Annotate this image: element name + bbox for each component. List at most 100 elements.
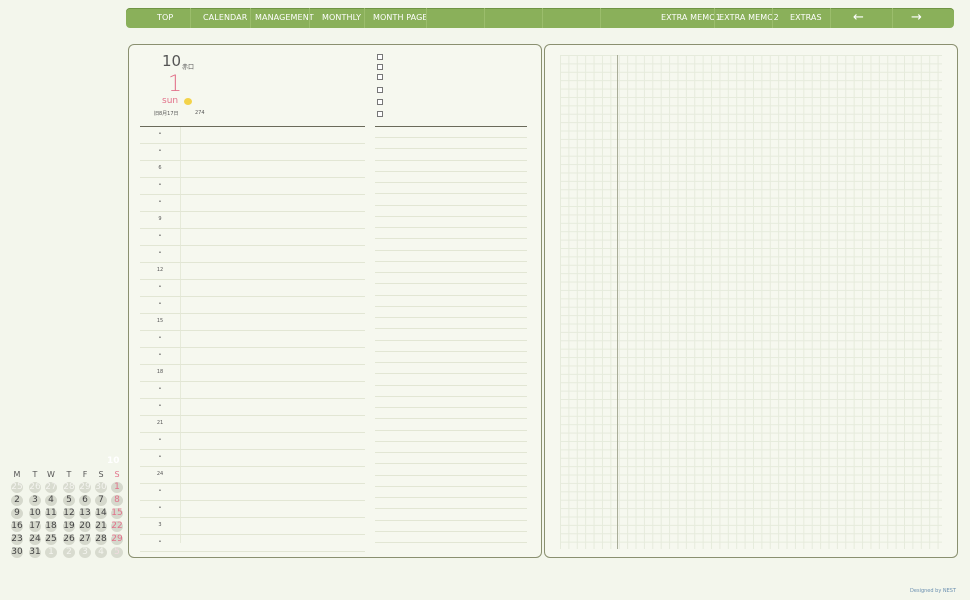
mini-calendar-day[interactable]: 17 — [29, 521, 41, 532]
nav-management[interactable]: MANAGEMENT — [255, 8, 314, 28]
mini-calendar-day[interactable]: 9 — [11, 508, 23, 519]
mini-calendar-day[interactable]: 26 — [29, 482, 41, 493]
todo-checkbox[interactable] — [377, 74, 383, 80]
mini-calendar-day[interactable]: 28 — [95, 534, 107, 545]
mini-calendar-day[interactable]: 24 — [29, 534, 41, 545]
nav-monthly[interactable]: MONTHLY — [322, 8, 361, 28]
schedule-row[interactable]: • — [140, 195, 365, 212]
schedule-row[interactable]: • — [140, 450, 365, 467]
mini-calendar-day[interactable]: 28 — [63, 482, 75, 493]
mini-calendar-day[interactable]: 30 — [95, 482, 107, 493]
next-page-arrow-icon[interactable]: → — [911, 8, 922, 28]
schedule-row[interactable]: • — [140, 433, 365, 450]
mini-calendar-day[interactable]: 15 — [111, 508, 123, 519]
nav-calendar[interactable]: CALENDAR — [203, 8, 247, 28]
nav-month-page[interactable]: MONTH PAGE — [373, 8, 428, 28]
schedule-row[interactable]: • — [140, 535, 365, 552]
schedule-row[interactable]: • — [140, 297, 365, 314]
mini-calendar-day[interactable]: 31 — [29, 547, 41, 558]
schedule-row[interactable]: 9 — [140, 212, 365, 229]
schedule-row[interactable]: • — [140, 399, 365, 416]
schedule-row[interactable]: • — [140, 348, 365, 365]
todo-checkbox[interactable] — [377, 64, 383, 70]
mini-calendar-day[interactable]: 27 — [79, 534, 91, 545]
schedule-row[interactable]: • — [140, 246, 365, 263]
sun-icon[interactable] — [184, 98, 192, 105]
mini-calendar-day[interactable]: 29 — [111, 534, 123, 545]
mini-calendar-day[interactable]: 4 — [95, 547, 107, 558]
schedule-row[interactable]: 6 — [140, 161, 365, 178]
todo-checkbox[interactable] — [377, 111, 383, 117]
schedule-row[interactable]: 18 — [140, 365, 365, 382]
schedule-row[interactable]: • — [140, 501, 365, 518]
schedule-row[interactable]: 15 — [140, 314, 365, 331]
schedule-row[interactable]: 3 — [140, 518, 365, 535]
schedule-row[interactable]: • — [140, 280, 365, 297]
mini-calendar-day[interactable]: 18 — [45, 521, 57, 532]
todo-checkbox[interactable] — [377, 99, 383, 105]
mini-calendar-day[interactable]: 25 — [45, 534, 57, 545]
memo-line — [375, 464, 527, 476]
mini-calendar-day[interactable]: 12 — [63, 508, 75, 519]
mini-calendar-day[interactable]: 6 — [79, 495, 91, 506]
schedule-row[interactable]: 12 — [140, 263, 365, 280]
schedule-row[interactable]: • — [140, 382, 365, 399]
memo-line — [375, 374, 527, 386]
schedule-row[interactable]: • — [140, 178, 365, 195]
mini-calendar-day[interactable]: 5 — [63, 495, 75, 506]
mini-calendar-day[interactable]: 19 — [63, 521, 75, 532]
schedule-row[interactable]: • — [140, 127, 365, 144]
mini-calendar-day[interactable]: 25 — [11, 482, 23, 493]
schedule-row[interactable]: • — [140, 331, 365, 348]
todo-checkbox[interactable] — [377, 87, 383, 93]
hourly-schedule[interactable]: • • 6 • • 9 • • 12 • • 15 • • 18 • • 21 • • 24 • • 3 • — [140, 127, 365, 552]
nav-separator — [714, 8, 715, 28]
mini-calendar-day[interactable]: 2 — [63, 547, 75, 558]
todo-memo-lines[interactable] — [375, 127, 527, 543]
schedule-row[interactable]: • — [140, 144, 365, 161]
hour-label: • — [158, 335, 162, 341]
mini-calendar-day[interactable]: 22 — [111, 521, 123, 532]
memo-line — [375, 228, 527, 240]
mini-calendar-day[interactable]: 23 — [11, 534, 23, 545]
mini-calendar-day[interactable]: 14 — [95, 508, 107, 519]
schedule-row[interactable]: 21 — [140, 416, 365, 433]
mini-calendar-day[interactable]: 30 — [11, 547, 23, 558]
mini-calendar-day[interactable]: 16 — [11, 521, 23, 532]
mini-calendar-day[interactable]: 5 — [111, 547, 123, 558]
mini-calendar-day[interactable]: 10 — [29, 508, 41, 519]
rokuyo-label: 赤口 — [182, 64, 195, 71]
mini-calendar-day[interactable]: 27 — [45, 482, 57, 493]
prev-page-arrow-icon[interactable]: ← — [853, 8, 864, 28]
mini-calendar-day[interactable]: 1 — [45, 547, 57, 558]
mini-calendar-day[interactable]: 20 — [79, 521, 91, 532]
mini-calendar-day[interactable]: 1 — [111, 482, 123, 493]
schedule-row[interactable]: • — [140, 229, 365, 246]
mini-calendar-day[interactable]: 3 — [29, 495, 41, 506]
memo-line — [375, 521, 527, 532]
mini-calendar-day[interactable]: 21 — [95, 521, 107, 532]
mini-calendar-day[interactable]: 11 — [45, 508, 57, 519]
nav-top[interactable]: TOP — [157, 8, 173, 28]
schedule-row[interactable]: • — [140, 484, 365, 501]
hour-label: • — [158, 233, 162, 239]
nav-extra-memo2[interactable]: EXTRA MEMO2 — [719, 8, 779, 28]
mini-calendar-day[interactable]: 2 — [11, 495, 23, 506]
mini-calendar-day[interactable]: 29 — [79, 482, 91, 493]
mini-calendar-day[interactable]: 13 — [79, 508, 91, 519]
mini-calendar-month: 10 — [107, 456, 120, 466]
mini-calendar-day[interactable]: 3 — [79, 547, 91, 558]
nav-extras[interactable]: EXTRAS — [790, 8, 822, 28]
hour-label: • — [158, 454, 162, 460]
schedule-row[interactable]: 24 — [140, 467, 365, 484]
mini-calendar-day[interactable]: 4 — [45, 495, 57, 506]
month-number: 10 — [162, 52, 182, 70]
hour-label: • — [158, 301, 162, 307]
mini-calendar-day[interactable]: 8 — [111, 495, 123, 506]
hour-label: • — [158, 199, 162, 205]
mini-calendar-day[interactable]: 26 — [63, 534, 75, 545]
memo-line — [375, 251, 527, 262]
nav-extra-memo1[interactable]: EXTRA MEMO1 — [661, 8, 721, 28]
todo-checkbox[interactable] — [377, 54, 383, 60]
mini-calendar-day[interactable]: 7 — [95, 495, 107, 506]
